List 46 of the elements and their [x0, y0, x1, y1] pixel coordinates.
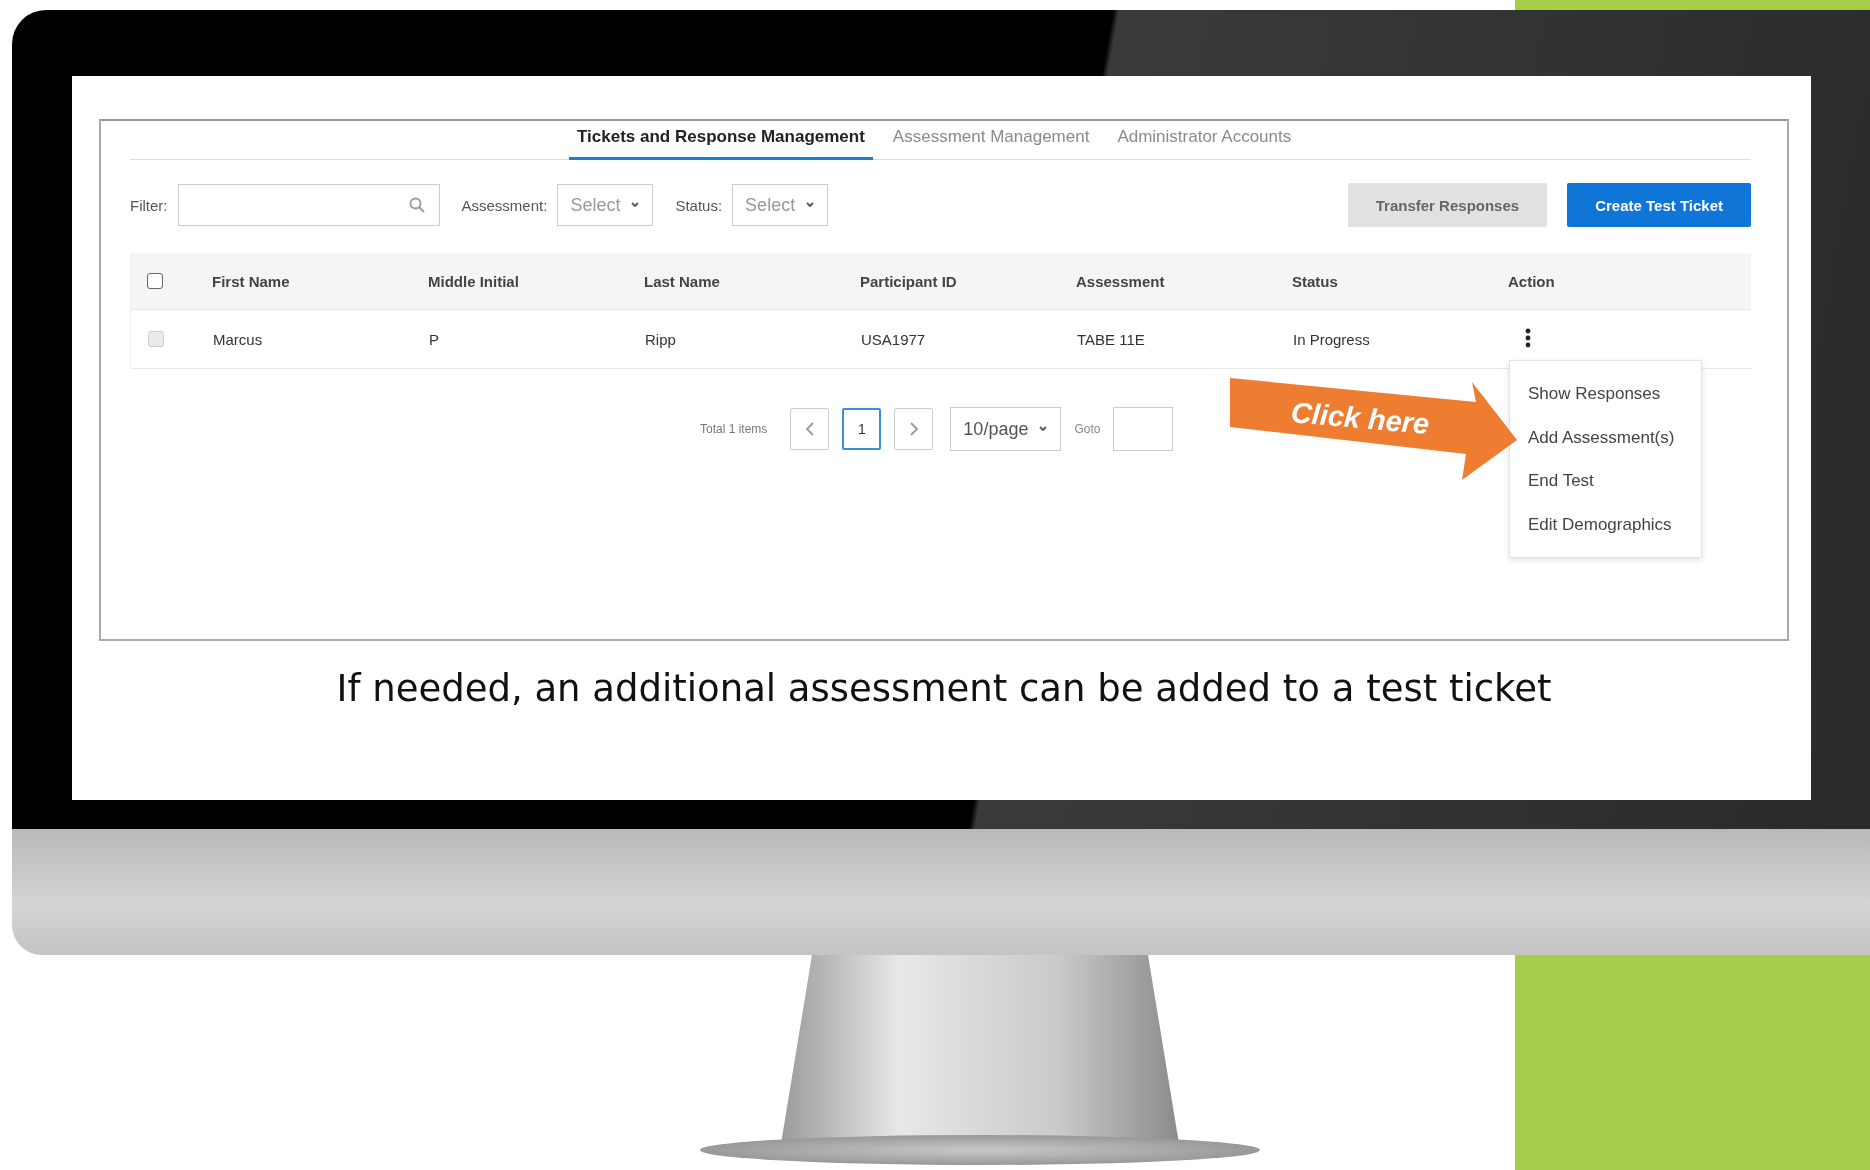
table-cell-text: TABE 11E	[1077, 330, 1146, 348]
column-header: Participant ID	[860, 272, 958, 290]
column-header: Action	[1508, 272, 1556, 290]
table-cell-text: USA1977	[861, 330, 927, 348]
page-size-select[interactable]: 10/page	[950, 407, 1062, 451]
tab[interactable]: Tickets and Response Management	[569, 121, 873, 160]
chevron-left-icon	[804, 421, 815, 437]
table-cell-text: Marcus	[213, 330, 264, 348]
column-header: Middle Initial	[428, 272, 520, 290]
create-ticket-button[interactable]: Create Test Ticket	[1567, 183, 1751, 227]
menu-item[interactable]: Add Assessment(s)	[1510, 415, 1701, 459]
filter-label: Filter:	[130, 196, 168, 214]
filter-field[interactable]	[177, 184, 440, 226]
search-icon	[408, 197, 425, 213]
table-cell-text: Ripp	[645, 330, 677, 348]
menu-item[interactable]: End Test	[1510, 459, 1701, 503]
page-size-value: 10/page	[963, 418, 1029, 440]
more-icon[interactable]	[1525, 327, 1531, 348]
table-cell-text: P	[429, 330, 440, 348]
tab[interactable]: Assessment Management	[884, 121, 1098, 160]
total-items-text: Total 1 items	[700, 422, 768, 436]
next-page-button[interactable]	[894, 408, 934, 450]
table-cell-text: In Progress	[1293, 330, 1371, 348]
select-all-checkbox[interactable]	[147, 273, 163, 289]
chevron-right-icon	[908, 421, 919, 437]
select-placeholder: Select	[570, 194, 621, 216]
tab[interactable]: Administrator Accounts	[1109, 121, 1300, 160]
caption-text: If needed, an additional assessment can be added to a test ticket	[335, 667, 1553, 710]
column-header: Status	[1292, 272, 1339, 290]
select-placeholder: Select	[745, 194, 796, 216]
assessment-label: Assessment:	[461, 196, 548, 214]
chevron-down-icon	[630, 201, 641, 209]
chevron-down-icon	[805, 201, 816, 209]
column-header: Last Name	[644, 272, 721, 290]
previous-page-button[interactable]	[790, 408, 830, 450]
column-header: First Name	[212, 272, 291, 290]
goto-field[interactable]	[1113, 407, 1174, 451]
page-button[interactable]: 1	[842, 408, 882, 450]
goto-label: Goto	[1074, 422, 1101, 436]
chevron-down-icon	[1038, 425, 1049, 433]
column-header: Assessment	[1076, 272, 1166, 290]
menu-item[interactable]: Show Responses	[1510, 372, 1701, 416]
callout-text: Click here	[1289, 396, 1431, 440]
menu-item[interactable]: Edit Demographics	[1510, 502, 1701, 546]
status-label: Status:	[675, 196, 723, 214]
transfer-button[interactable]: Transfer Responses	[1347, 183, 1548, 227]
